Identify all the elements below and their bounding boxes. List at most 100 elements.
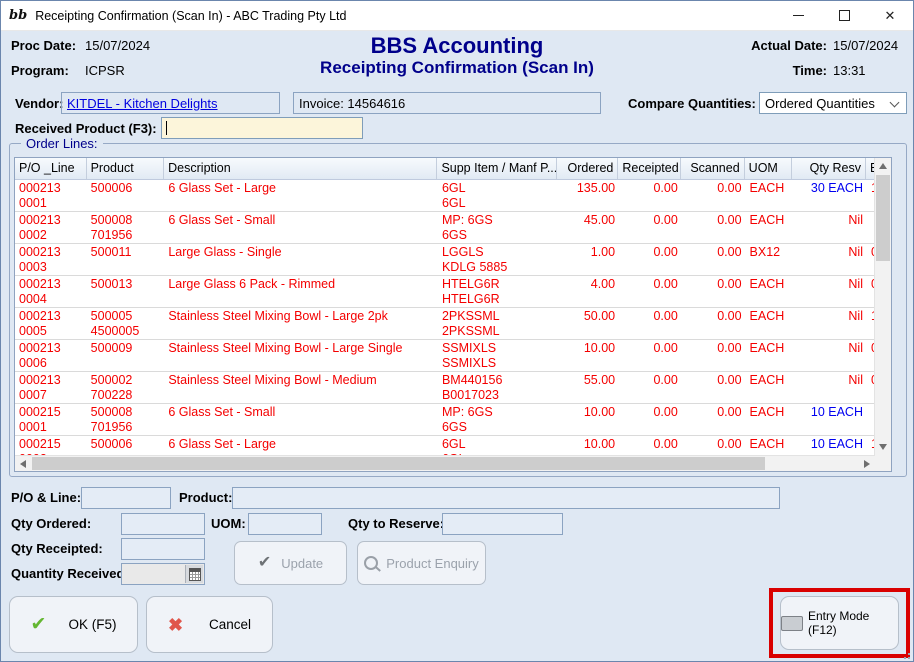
cell-product: 500011 <box>87 244 165 275</box>
cell-qty-resv: Nil <box>793 340 867 371</box>
cell-scanned: 0.00 <box>682 308 746 339</box>
entry-mode-label: Entry Mode (F12) <box>808 609 898 637</box>
text-caret <box>166 121 167 135</box>
cell-supp-item: SSMIXLSSSMIXLS <box>438 340 557 371</box>
close-button[interactable]: ✕ <box>867 1 913 30</box>
ok-check-icon: ✔ <box>31 615 47 634</box>
scroll-right-icon[interactable] <box>864 460 870 468</box>
col-description[interactable]: Description <box>164 158 437 179</box>
horizontal-scroll-thumb[interactable] <box>32 457 765 470</box>
resize-grip[interactable] <box>900 649 910 659</box>
cell-ordered: 50.00 <box>557 308 619 339</box>
update-button[interactable]: ✔ Update <box>234 541 347 585</box>
cell-product: 500006 <box>87 180 165 211</box>
table-row[interactable]: 0002130003500011Large Glass - SingleLGGL… <box>15 244 875 276</box>
cell-ordered: 4.00 <box>557 276 619 307</box>
table-row[interactable]: 0002130004500013Large Glass 6 Pack - Rim… <box>15 276 875 308</box>
cell-product: 500006 <box>87 436 165 455</box>
cell-supp-item: LGGLSKDLG 5885 <box>438 244 557 275</box>
col-ordered[interactable]: Ordered <box>557 158 619 179</box>
app-window: bb Receipting Confirmation (Scan In) - A… <box>0 0 914 662</box>
col-product[interactable]: Product <box>87 158 165 179</box>
cell-uom: BX12 <box>746 244 794 275</box>
product-label: Product: <box>179 490 232 505</box>
cell-description: 6 Glass Set - Small <box>164 212 438 243</box>
ok-button[interactable]: ✔ OK (F5) <box>9 596 138 653</box>
product-enquiry-button[interactable]: Product Enquiry <box>357 541 486 585</box>
entry-mode-button[interactable]: Entry Mode (F12) <box>780 596 899 650</box>
cell-uom: EACH <box>746 340 794 371</box>
uom-input[interactable] <box>248 513 322 535</box>
cell-description: Stainless Steel Mixing Bowl - Large 2pk <box>164 308 438 339</box>
cell-product: 5000054500005 <box>87 308 165 339</box>
cell-scanned: 0.00 <box>682 404 746 435</box>
cell-ordered: 135.00 <box>557 180 619 211</box>
cell-supp-item: HTELG6RHTELG6R <box>438 276 557 307</box>
compare-quantities-select[interactable]: Ordered Quantities <box>759 92 907 114</box>
col-supp-item[interactable]: Supp Item / Manf P... <box>437 158 556 179</box>
qty-ordered-label: Qty Ordered: <box>11 516 91 531</box>
cell-supp-item: 6GL6GL <box>438 436 557 455</box>
order-lines-table: P/O _Line Product Description Supp Item … <box>14 157 892 472</box>
cell-description: Stainless Steel Mixing Bowl - Large Sing… <box>164 340 438 371</box>
minimize-button[interactable] <box>775 1 821 30</box>
col-qty-resv[interactable]: Qty Resv <box>792 158 866 179</box>
vertical-scrollbar[interactable] <box>874 158 891 455</box>
po-line-label: P/O & Line: <box>11 490 81 505</box>
table-row[interactable]: 00021500025000066 Glass Set - Large6GL6G… <box>15 436 875 455</box>
invoice-box: Invoice: 14564616 <box>293 92 601 114</box>
cell-scanned: 0.00 <box>682 372 746 403</box>
maximize-icon <box>839 10 850 21</box>
qty-to-reserve-label: Qty to Reserve: <box>348 516 444 531</box>
table-row[interactable]: 0002130007500002700228Stainless Steel Mi… <box>15 372 875 404</box>
cell-ordered: 55.00 <box>557 372 619 403</box>
cell-supp-item: 2PKSSML2PKSSML <box>438 308 557 339</box>
qty-to-reserve-input[interactable] <box>442 513 563 535</box>
cell-description: 6 Glass Set - Large <box>164 180 438 211</box>
cell-po-line: 0002130004 <box>15 276 87 307</box>
maximize-button[interactable] <box>821 1 867 30</box>
cell-scanned: 0.00 <box>682 212 746 243</box>
magnifier-icon <box>364 556 378 570</box>
cell-receipted: 0.00 <box>619 372 682 403</box>
col-receipted[interactable]: Receipted <box>618 158 681 179</box>
cancel-button[interactable]: ✖ Cancel <box>146 596 273 653</box>
col-po-line[interactable]: P/O _Line <box>15 158 87 179</box>
calculator-button[interactable] <box>185 565 203 583</box>
table-row[interactable]: 00021300025000087019566 Glass Set - Smal… <box>15 212 875 244</box>
qty-receipted-input[interactable] <box>121 538 205 560</box>
cell-supp-item: 6GL6GL <box>438 180 557 211</box>
col-scanned[interactable]: Scanned <box>681 158 745 179</box>
qty-ordered-input[interactable] <box>121 513 205 535</box>
cell-scanned: 0.00 <box>682 244 746 275</box>
vertical-scroll-thumb[interactable] <box>876 175 890 261</box>
horizontal-scrollbar[interactable] <box>15 455 875 471</box>
cell-product: 500009 <box>87 340 165 371</box>
title-bar: bb Receipting Confirmation (Scan In) - A… <box>1 1 913 31</box>
cell-scanned: 0.00 <box>682 436 746 455</box>
cell-receipted: 0.00 <box>619 404 682 435</box>
cell-uom: EACH <box>746 436 794 455</box>
table-row[interactable]: 00021300015000066 Glass Set - Large6GL6G… <box>15 180 875 212</box>
cancel-cross-icon: ✖ <box>168 616 183 634</box>
cell-product: 500013 <box>87 276 165 307</box>
quantity-received-label: Quantity Received: <box>11 566 129 581</box>
table-row[interactable]: 00021500015000087019566 Glass Set - Smal… <box>15 404 875 436</box>
scroll-up-icon[interactable] <box>879 163 887 169</box>
cell-po-line: 0002130007 <box>15 372 87 403</box>
received-product-input[interactable] <box>161 117 363 139</box>
cell-qty-resv: 10 EACH <box>793 436 867 455</box>
col-uom[interactable]: UOM <box>745 158 793 179</box>
cell-qty-resv: Nil <box>793 276 867 307</box>
cell-uom: EACH <box>746 212 794 243</box>
scroll-down-icon[interactable] <box>879 444 887 450</box>
table-row[interactable]: 0002130006500009Stainless Steel Mixing B… <box>15 340 875 372</box>
product-input[interactable] <box>232 487 780 509</box>
vendor-link[interactable]: KITDEL - Kitchen Delights <box>67 96 218 111</box>
compare-quantities-value: Ordered Quantities <box>765 96 875 111</box>
quantity-received-input[interactable] <box>121 563 205 585</box>
scroll-left-icon[interactable] <box>20 460 26 468</box>
table-row[interactable]: 00021300055000054500005Stainless Steel M… <box>15 308 875 340</box>
cell-receipted: 0.00 <box>619 308 682 339</box>
po-line-input[interactable] <box>81 487 171 509</box>
